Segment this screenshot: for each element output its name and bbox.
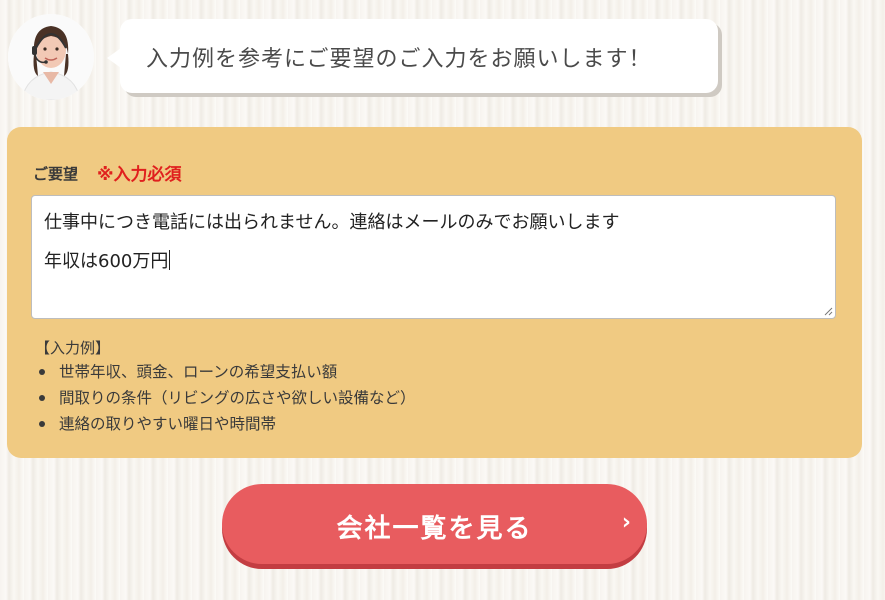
textarea-line-2: 年収は600万円 [44,247,171,273]
view-company-list-label: 会社一覧を見る [336,514,533,544]
view-company-list-button[interactable]: 会社一覧を見る › [222,484,647,564]
required-marker: ※入力必須 [97,165,182,185]
example-item: 世帯年収、頭金、ローンの希望支払い額 [37,359,416,385]
chevron-right-icon: › [621,510,631,535]
speech-bubble: 入力例を参考にご要望のご入力をお願いします！ [107,19,718,93]
speech-bubble-message: 入力例を参考にご要望のご入力をお願いします！ [146,47,652,72]
example-list: 世帯年収、頭金、ローンの希望支払い額 間取りの条件（リビングの広さや欲しい設備な… [37,359,416,437]
textarea-line-1: 仕事中につき電話には出られません。連絡はメールのみでお願いします [44,212,620,233]
example-title: 【入力例】 [35,339,111,357]
example-item: 連絡の取りやすい曜日や時間帯 [37,411,416,437]
operator-headset-icon [8,14,94,100]
textarea-line-2-text: 年収は600万円 [44,251,169,272]
text-caret [169,250,171,270]
request-textarea[interactable]: 仕事中につき電話には出られません。連絡はメールのみでお願いします 年収は600万… [31,195,836,319]
resize-handle-icon[interactable] [824,307,833,316]
example-item: 間取りの条件（リビングの広さや欲しい設備など） [37,385,416,411]
request-form-panel: ご要望 ※入力必須 仕事中につき電話には出られません。連絡はメールのみでお願いし… [7,127,862,458]
operator-avatar [8,14,94,100]
request-field-label: ご要望 [33,165,79,183]
